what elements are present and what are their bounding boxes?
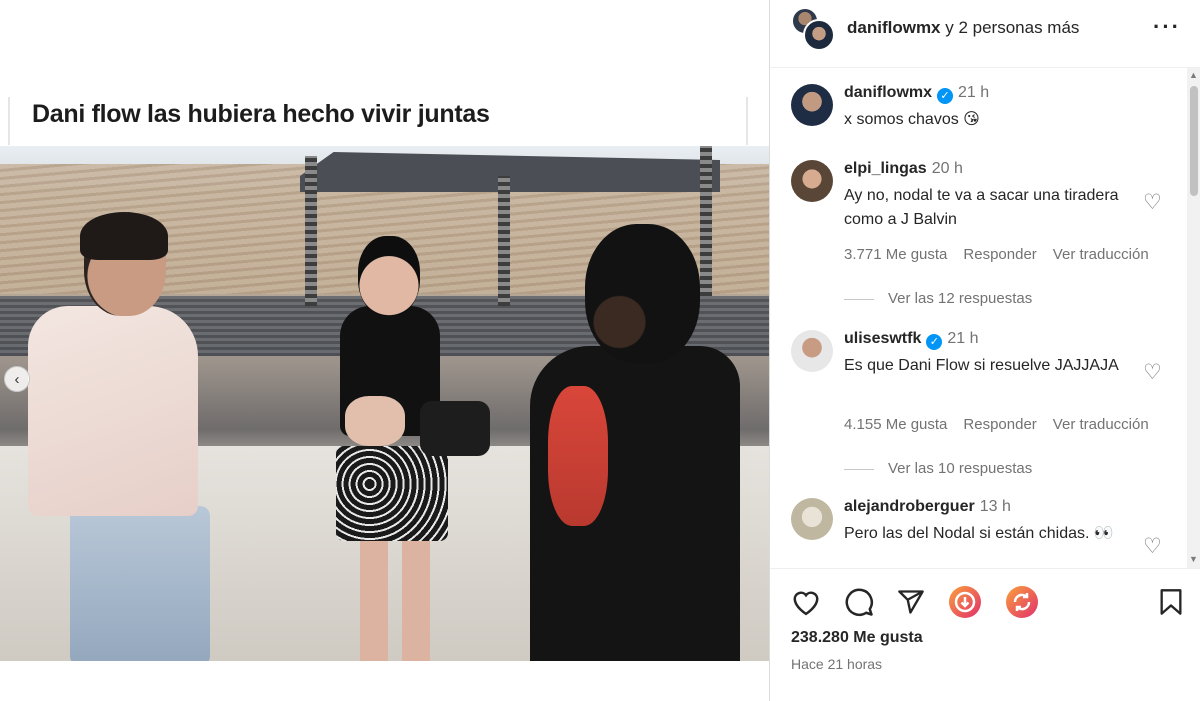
view-replies-button[interactable]: Ver las 12 respuestas: [844, 290, 1032, 307]
caption-overlay: Dani flow las hubiera hecho vivir juntas: [8, 97, 748, 145]
list-item: uliseswtfk ✓ 21 h Es que Dani Flow si resu…: [791, 330, 1181, 480]
person-center: [360, 536, 430, 661]
light-tower: [498, 176, 510, 306]
avatar[interactable]: [791, 84, 833, 126]
scroll-up-icon[interactable]: ▲: [1189, 70, 1198, 80]
comment-meta: 3.771 Me gusta Responder Ver traducción: [844, 246, 1165, 263]
heart-icon[interactable]: [789, 585, 823, 619]
owner-username[interactable]: daniflowmx: [847, 18, 941, 37]
owner-collaborators[interactable]: y 2 personas más: [945, 18, 1079, 37]
person-right-head: [585, 224, 700, 364]
comment-time[interactable]: 21 h: [958, 84, 989, 101]
comment-author: uliseswtfk ✓ 21 h: [844, 330, 979, 350]
scroll-down-icon[interactable]: ▼: [1189, 554, 1198, 564]
person-left: [28, 306, 198, 516]
translate-button[interactable]: Ver traducción: [1053, 416, 1149, 433]
comment-meta: 4.155 Me gusta Responder Ver traducción: [844, 416, 1165, 433]
post-timestamp[interactable]: Hace 21 horas: [791, 656, 882, 672]
list-item: elpi_lingas 20 h Ay no, nodal te va a sac…: [791, 160, 1181, 310]
translate-button[interactable]: Ver traducción: [1053, 246, 1149, 263]
caption-overlay-text: Dani flow las hubiera hecho vivir juntas: [32, 100, 490, 128]
person-center: [345, 396, 405, 446]
comment-text: Pero las del Nodal si están chidas. 👀: [844, 525, 1114, 542]
comment-time[interactable]: 21 h: [947, 330, 978, 347]
person-center-head: [358, 236, 420, 316]
comment-time[interactable]: 13 h: [980, 498, 1011, 515]
comment-author: alejandroberguer 13 h: [844, 498, 1011, 516]
post-sidebar: daniflowmx y 2 personas más ··· daniflow…: [769, 0, 1200, 701]
collab-avatars[interactable]: [791, 7, 835, 51]
comments-list: daniflowmx ✓ 21 h x somos chavos 😘 elpi_li…: [770, 68, 1187, 568]
person-center-skirt: [336, 446, 448, 541]
bookmark-icon[interactable]: [1154, 585, 1188, 619]
comment-username[interactable]: alejandroberguer: [844, 498, 975, 515]
comment-likes[interactable]: 3.771 Me gusta: [844, 246, 947, 263]
avatar[interactable]: [791, 498, 833, 540]
avatar[interactable]: [791, 160, 833, 202]
comment-author: elpi_lingas 20 h: [844, 160, 963, 178]
heart-icon[interactable]: ♡: [1143, 190, 1162, 215]
verified-badge-icon: ✓: [926, 334, 943, 350]
comment-username[interactable]: uliseswtfk: [844, 330, 921, 347]
comment-time[interactable]: 20 h: [932, 160, 963, 177]
verified-badge-icon: ✓: [937, 88, 954, 104]
list-item: alejandroberguer 13 h Pero las del Nodal …: [791, 498, 1181, 568]
handbag: [420, 401, 490, 456]
heart-icon[interactable]: ♡: [1143, 534, 1162, 559]
share-icon[interactable]: [894, 585, 928, 619]
light-tower: [700, 146, 712, 296]
comment-likes[interactable]: 4.155 Me gusta: [844, 416, 947, 433]
person-left-hair: [80, 212, 168, 260]
avatar: [803, 19, 835, 51]
reply-button[interactable]: Responder: [963, 246, 1036, 263]
post-photo[interactable]: [0, 146, 769, 661]
scrollbar-thumb[interactable]: [1190, 86, 1198, 196]
more-options-icon[interactable]: ···: [1153, 14, 1181, 40]
reply-button[interactable]: Responder: [963, 416, 1036, 433]
avatar[interactable]: [791, 330, 833, 372]
comment-author: daniflowmx ✓ 21 h: [844, 84, 989, 104]
view-replies-button[interactable]: Ver las 10 respuestas: [844, 460, 1032, 477]
action-bar: 238.280 Me gusta Hace 21 horas: [770, 568, 1200, 701]
heart-icon[interactable]: ♡: [1143, 360, 1162, 385]
chevron-left-icon[interactable]: ‹: [4, 366, 30, 392]
comment-text: Es que Dani Flow si resuelve JAJJAJA: [844, 357, 1119, 374]
comment-icon[interactable]: [842, 585, 876, 619]
light-tower: [305, 156, 317, 306]
post-header: daniflowmx y 2 personas más ···: [770, 0, 1200, 68]
comment-username[interactable]: elpi_lingas: [844, 160, 927, 177]
list-item: daniflowmx ✓ 21 h x somos chavos 😘: [791, 84, 1181, 144]
person-right-shoulder: [548, 386, 608, 526]
comment-text: x somos chavos 😘: [844, 111, 980, 128]
comments-scrollbar[interactable]: ▲ ▼: [1187, 68, 1200, 568]
person-left: [70, 506, 210, 661]
likes-count[interactable]: 238.280 Me gusta: [791, 629, 923, 647]
post-media: Dani flow las hubiera hecho vivir juntas…: [0, 0, 769, 701]
comment-username[interactable]: daniflowmx: [844, 84, 932, 101]
download-reel-icon[interactable]: [948, 585, 982, 619]
post-owner[interactable]: daniflowmx y 2 personas más: [847, 18, 1079, 38]
comment-text: Ay no, nodal te va a sacar una tiradera …: [844, 187, 1119, 228]
remix-icon[interactable]: [1005, 585, 1039, 619]
